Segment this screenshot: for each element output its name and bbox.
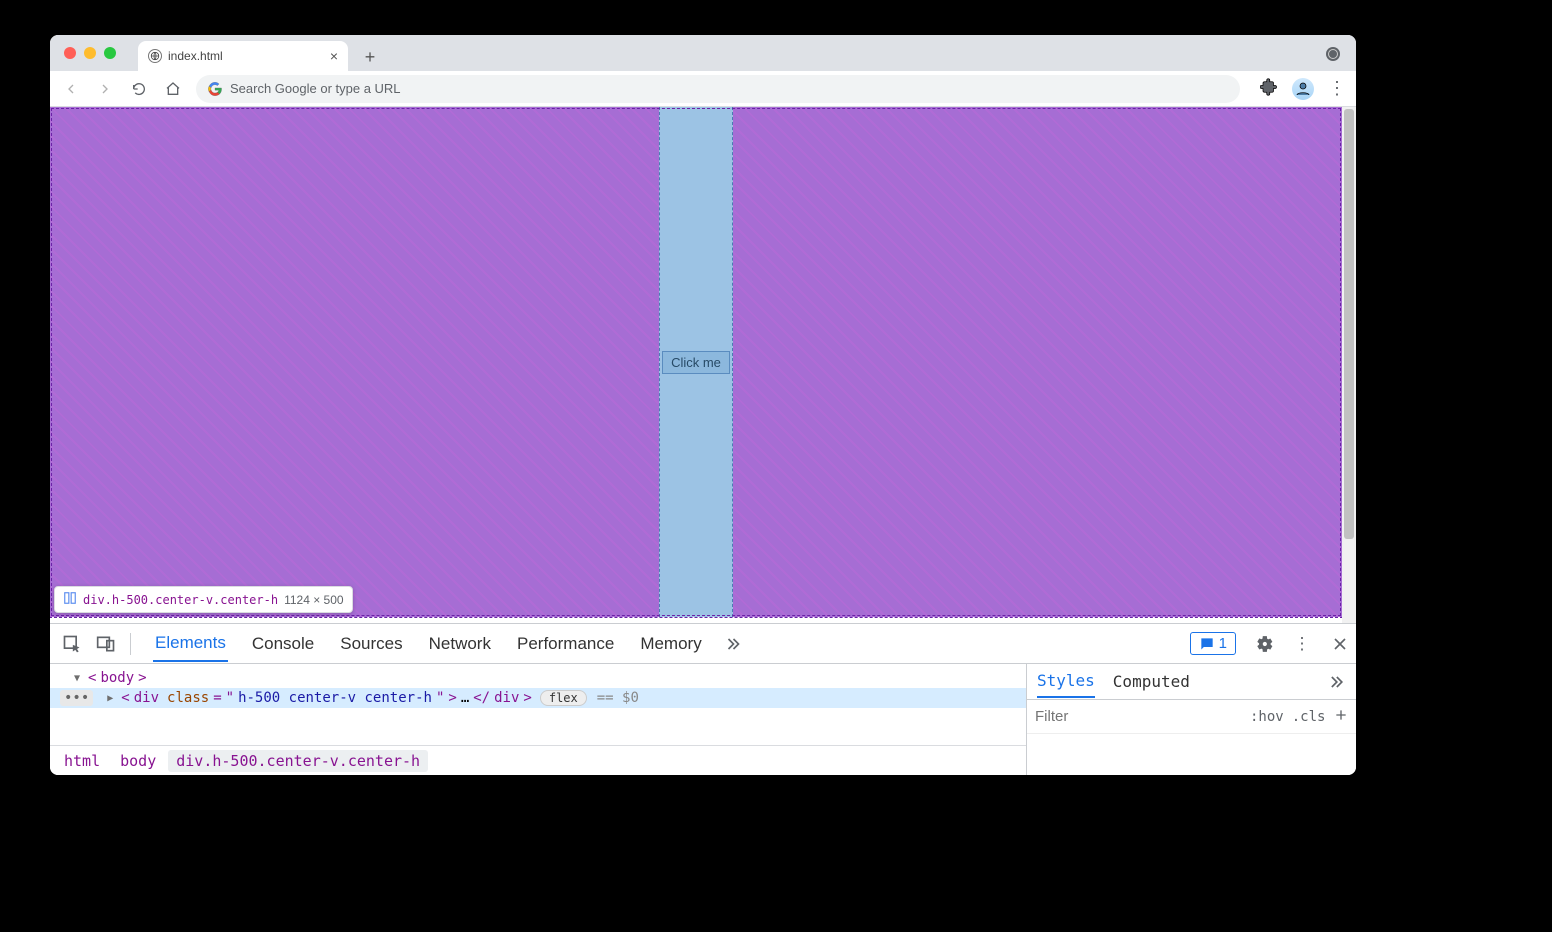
scrollbar-thumb[interactable] [1344, 109, 1354, 539]
tab-search-button[interactable] [1326, 47, 1340, 61]
issues-button[interactable]: 1 [1190, 632, 1236, 655]
styles-tabs-overflow-icon[interactable] [1326, 672, 1346, 692]
reload-button[interactable] [128, 78, 150, 100]
omnibox-placeholder: Search Google or type a URL [230, 81, 401, 96]
page-content: Click me div.h-500.center-v.center-h 112… [50, 107, 1342, 623]
devtools-panel: Elements Console Sources Network Perform… [50, 623, 1356, 775]
dom-node-body[interactable]: ▼ <body> [50, 668, 1026, 688]
breadcrumb-selected[interactable]: div.h-500.center-v.center-h [168, 750, 428, 772]
devtools-tabs-overflow-icon[interactable] [726, 634, 746, 654]
toolbar-right: ⋮ [1260, 78, 1346, 100]
devtools-tab-memory[interactable]: Memory [638, 627, 703, 661]
globe-icon [148, 49, 162, 63]
inspected-flex-container: Click me [50, 107, 1342, 617]
breadcrumb-body[interactable]: body [112, 750, 164, 772]
close-window-button[interactable] [64, 47, 76, 59]
styles-tab-computed[interactable]: Computed [1113, 666, 1190, 697]
browser-window: index.html × + Search Google or type a U… [50, 35, 1356, 775]
close-tab-button[interactable]: × [330, 48, 338, 64]
styles-filter-input[interactable] [1035, 708, 1234, 725]
click-me-button[interactable]: Click me [662, 351, 730, 374]
devtools-settings-icon[interactable] [1254, 634, 1274, 654]
viewport: Click me div.h-500.center-v.center-h 112… [50, 107, 1356, 623]
tab-strip: index.html × + [50, 35, 1356, 71]
new-style-rule-button[interactable] [1333, 707, 1349, 727]
flex-badge-icon [63, 591, 77, 608]
flex-badge[interactable]: flex [540, 690, 587, 706]
flex-gap-highlight: Click me [659, 107, 733, 617]
address-bar[interactable]: Search Google or type a URL [196, 75, 1240, 103]
issues-count: 1 [1219, 635, 1227, 652]
dom-breadcrumb: html body div.h-500.center-v.center-h [50, 745, 1026, 775]
minimize-window-button[interactable] [84, 47, 96, 59]
tooltip-selector: div.h-500.center-v.center-h [83, 593, 278, 607]
breadcrumb-html[interactable]: html [56, 750, 108, 772]
inspect-element-icon[interactable] [62, 634, 82, 654]
new-tab-button[interactable]: + [356, 43, 384, 71]
google-icon [208, 82, 222, 96]
profile-avatar[interactable] [1292, 78, 1314, 100]
home-button[interactable] [162, 78, 184, 100]
chrome-menu-button[interactable]: ⋮ [1328, 78, 1346, 99]
devtools-menu-icon[interactable]: ⋮ [1292, 634, 1312, 654]
line-gutter-icon[interactable]: ••• [60, 690, 93, 706]
dom-tree[interactable]: ▼ <body> ••• ▶ <div class="h-500 center-… [50, 664, 1026, 745]
cls-toggle[interactable]: .cls [1292, 709, 1326, 725]
devtools-tab-sources[interactable]: Sources [338, 627, 404, 661]
hov-toggle[interactable]: :hov [1250, 709, 1284, 725]
dom-tree-pane: ▼ <body> ••• ▶ <div class="h-500 center-… [50, 664, 1026, 775]
devtools-tab-console[interactable]: Console [250, 627, 316, 661]
devtools-close-icon[interactable] [1330, 634, 1350, 654]
extensions-icon[interactable] [1260, 78, 1278, 99]
styles-pane: Styles Computed :hov .cls [1026, 664, 1356, 775]
devtools-tab-elements[interactable]: Elements [153, 626, 228, 662]
device-toolbar-icon[interactable] [96, 634, 116, 654]
dom-node-selected[interactable]: ••• ▶ <div class="h-500 center-v center-… [50, 688, 1026, 708]
styles-tab-styles[interactable]: Styles [1037, 665, 1095, 698]
devtools-tab-network[interactable]: Network [427, 627, 493, 661]
tooltip-dimensions: 1124 × 500 [284, 593, 344, 607]
toolbar: Search Google or type a URL ⋮ [50, 71, 1356, 107]
browser-tab[interactable]: index.html × [138, 41, 348, 71]
console-reference: == $0 [597, 690, 639, 706]
window-controls [64, 47, 116, 59]
forward-button[interactable] [94, 78, 116, 100]
tab-title: index.html [168, 49, 223, 63]
maximize-window-button[interactable] [104, 47, 116, 59]
devtools-tabbar: Elements Console Sources Network Perform… [50, 624, 1356, 664]
viewport-scrollbar[interactable] [1342, 107, 1356, 623]
element-tooltip: div.h-500.center-v.center-h 1124 × 500 [54, 586, 353, 613]
devtools-tab-performance[interactable]: Performance [515, 627, 616, 661]
back-button[interactable] [60, 78, 82, 100]
